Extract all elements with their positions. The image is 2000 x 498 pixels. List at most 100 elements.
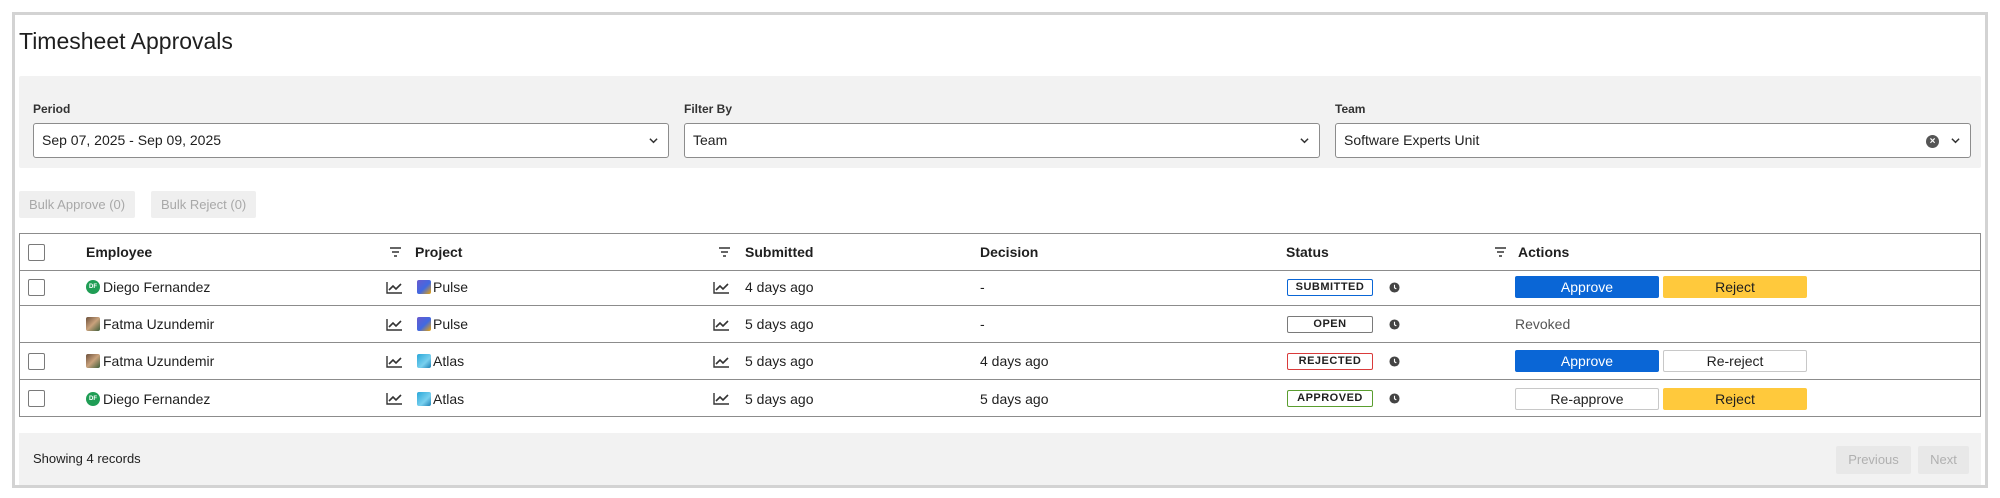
header-project: Project <box>415 244 463 260</box>
chevron-down-icon <box>649 138 658 144</box>
row-checkbox[interactable] <box>28 278 45 296</box>
approve-button[interactable]: Approve <box>1515 350 1659 372</box>
submitted-cell: 5 days ago <box>745 390 814 407</box>
filter-by-label: Filter By <box>684 102 733 116</box>
previous-button[interactable]: Previous <box>1836 446 1911 474</box>
revoked-text: Revoked <box>1515 316 1571 332</box>
project-name[interactable]: Atlas <box>433 391 464 407</box>
avatar <box>86 354 100 368</box>
next-button[interactable]: Next <box>1918 446 1969 474</box>
reject-button[interactable]: Reject <box>1663 276 1807 298</box>
period-filter: Period Sep 07, 2025 - Sep 09, 2025 <box>33 102 669 158</box>
bulk-approve-button[interactable]: Bulk Approve (0) <box>19 191 136 218</box>
actions-cell: Approve Re-reject <box>1515 343 1807 379</box>
row-checkbox[interactable] <box>28 390 45 407</box>
chevron-down-icon <box>1951 138 1960 144</box>
employee-cell: Fatma Uzundemir <box>86 343 214 379</box>
employee-cell: DF Diego Fernandez <box>86 269 210 305</box>
period-label: Period <box>33 102 71 116</box>
employee-name[interactable]: Diego Fernandez <box>103 391 210 407</box>
filters-panel: Period Sep 07, 2025 - Sep 09, 2025 Filte… <box>19 76 1981 168</box>
table-row: Fatma Uzundemir Pulse 5 days ago - OPEN … <box>20 306 1980 343</box>
status-badge: APPROVED <box>1287 390 1373 407</box>
filter-lines-icon[interactable] <box>1494 234 1507 270</box>
submitted-cell: 4 days ago <box>745 279 814 295</box>
employee-name[interactable]: Fatma Uzundemir <box>103 353 214 369</box>
project-cell: Atlas <box>417 343 464 379</box>
project-cell: Pulse <box>417 269 468 305</box>
table-footer: Showing 4 records Previous Next <box>19 433 1981 485</box>
header-submitted: Submitted <box>745 244 814 260</box>
project-cell: Pulse <box>417 306 468 342</box>
avatar: DF <box>86 280 100 294</box>
status-cell: SUBMITTED <box>1287 269 1400 305</box>
status-badge: OPEN <box>1287 315 1373 333</box>
actions-cell: Approve Reject <box>1515 269 1807 305</box>
project-atlas-icon <box>417 391 431 406</box>
employee-name[interactable]: Fatma Uzundemir <box>103 316 214 332</box>
submitted-cell: 5 days ago <box>745 316 814 332</box>
decision-cell: 5 days ago <box>980 390 1049 407</box>
clock-icon[interactable] <box>1389 281 1400 293</box>
status-cell: APPROVED <box>1287 380 1400 417</box>
decision-cell: 4 days ago <box>980 353 1049 369</box>
period-value: Sep 07, 2025 - Sep 09, 2025 <box>42 132 222 148</box>
project-name[interactable]: Pulse <box>433 279 468 295</box>
trend-chart-icon[interactable] <box>713 306 730 342</box>
project-cell: Atlas <box>417 380 464 417</box>
filter-by-value: Team <box>693 132 728 148</box>
select-all-checkbox[interactable] <box>28 243 45 261</box>
project-pulse-icon <box>417 280 431 294</box>
clock-icon[interactable] <box>1389 393 1400 404</box>
avatar: DF <box>86 391 100 406</box>
team-select[interactable]: Software Experts Unit × <box>1335 123 1971 158</box>
trend-chart-icon[interactable] <box>713 269 730 305</box>
filter-by-select[interactable]: Team <box>684 123 1320 158</box>
bulk-reject-button[interactable]: Bulk Reject (0) <box>151 191 257 218</box>
trend-chart-icon[interactable] <box>386 343 403 379</box>
decision-cell: - <box>980 279 985 295</box>
project-pulse-icon <box>417 317 431 331</box>
status-badge: REJECTED <box>1287 352 1373 370</box>
decision-cell: - <box>980 316 985 332</box>
trend-chart-icon[interactable] <box>386 306 403 342</box>
team-label: Team <box>1335 102 1366 116</box>
header-status: Status <box>1286 244 1329 260</box>
re-reject-button[interactable]: Re-reject <box>1663 350 1807 372</box>
header-actions: Actions <box>1518 244 1570 260</box>
employee-cell: DF Diego Fernandez <box>86 380 210 417</box>
clock-icon[interactable] <box>1389 318 1400 330</box>
period-select[interactable]: Sep 07, 2025 - Sep 09, 2025 <box>33 123 669 158</box>
reject-button[interactable]: Reject <box>1663 387 1807 410</box>
header-decision: Decision <box>980 244 1039 260</box>
filter-lines-icon[interactable] <box>718 234 731 270</box>
trend-chart-icon[interactable] <box>713 343 730 379</box>
status-cell: REJECTED <box>1287 343 1400 379</box>
records-count: Showing 4 records <box>33 451 141 466</box>
project-atlas-icon <box>417 354 431 368</box>
table-row: DF Diego Fernandez Atlas 5 days ago 5 da… <box>20 380 1980 417</box>
page-title: Timesheet Approvals <box>19 28 233 54</box>
table-row: Fatma Uzundemir Atlas 5 days ago 4 days … <box>20 343 1980 380</box>
trend-chart-icon[interactable] <box>713 380 730 417</box>
submitted-cell: 5 days ago <box>745 353 814 369</box>
team-value: Software Experts Unit <box>1344 132 1480 148</box>
table-header: Employee Project Submitted Decision Stat… <box>20 234 1980 271</box>
project-name[interactable]: Pulse <box>433 316 468 332</box>
filter-lines-icon[interactable] <box>389 234 402 270</box>
clear-icon[interactable]: × <box>1926 135 1939 148</box>
row-checkbox[interactable] <box>28 352 45 370</box>
employee-cell: Fatma Uzundemir <box>86 306 214 342</box>
employee-name[interactable]: Diego Fernandez <box>103 279 210 295</box>
approve-button[interactable]: Approve <box>1515 276 1659 298</box>
avatar <box>86 317 100 331</box>
table-row: DF Diego Fernandez Pulse 4 days ago - SU… <box>20 269 1980 306</box>
header-employee: Employee <box>86 244 153 260</box>
trend-chart-icon[interactable] <box>386 269 403 305</box>
re-approve-button[interactable]: Re-approve <box>1515 387 1659 410</box>
status-cell: OPEN <box>1287 306 1400 342</box>
clock-icon[interactable] <box>1389 355 1400 367</box>
trend-chart-icon[interactable] <box>386 380 403 417</box>
project-name[interactable]: Atlas <box>433 353 464 369</box>
timesheet-table: Employee Project Submitted Decision Stat… <box>19 233 1981 417</box>
